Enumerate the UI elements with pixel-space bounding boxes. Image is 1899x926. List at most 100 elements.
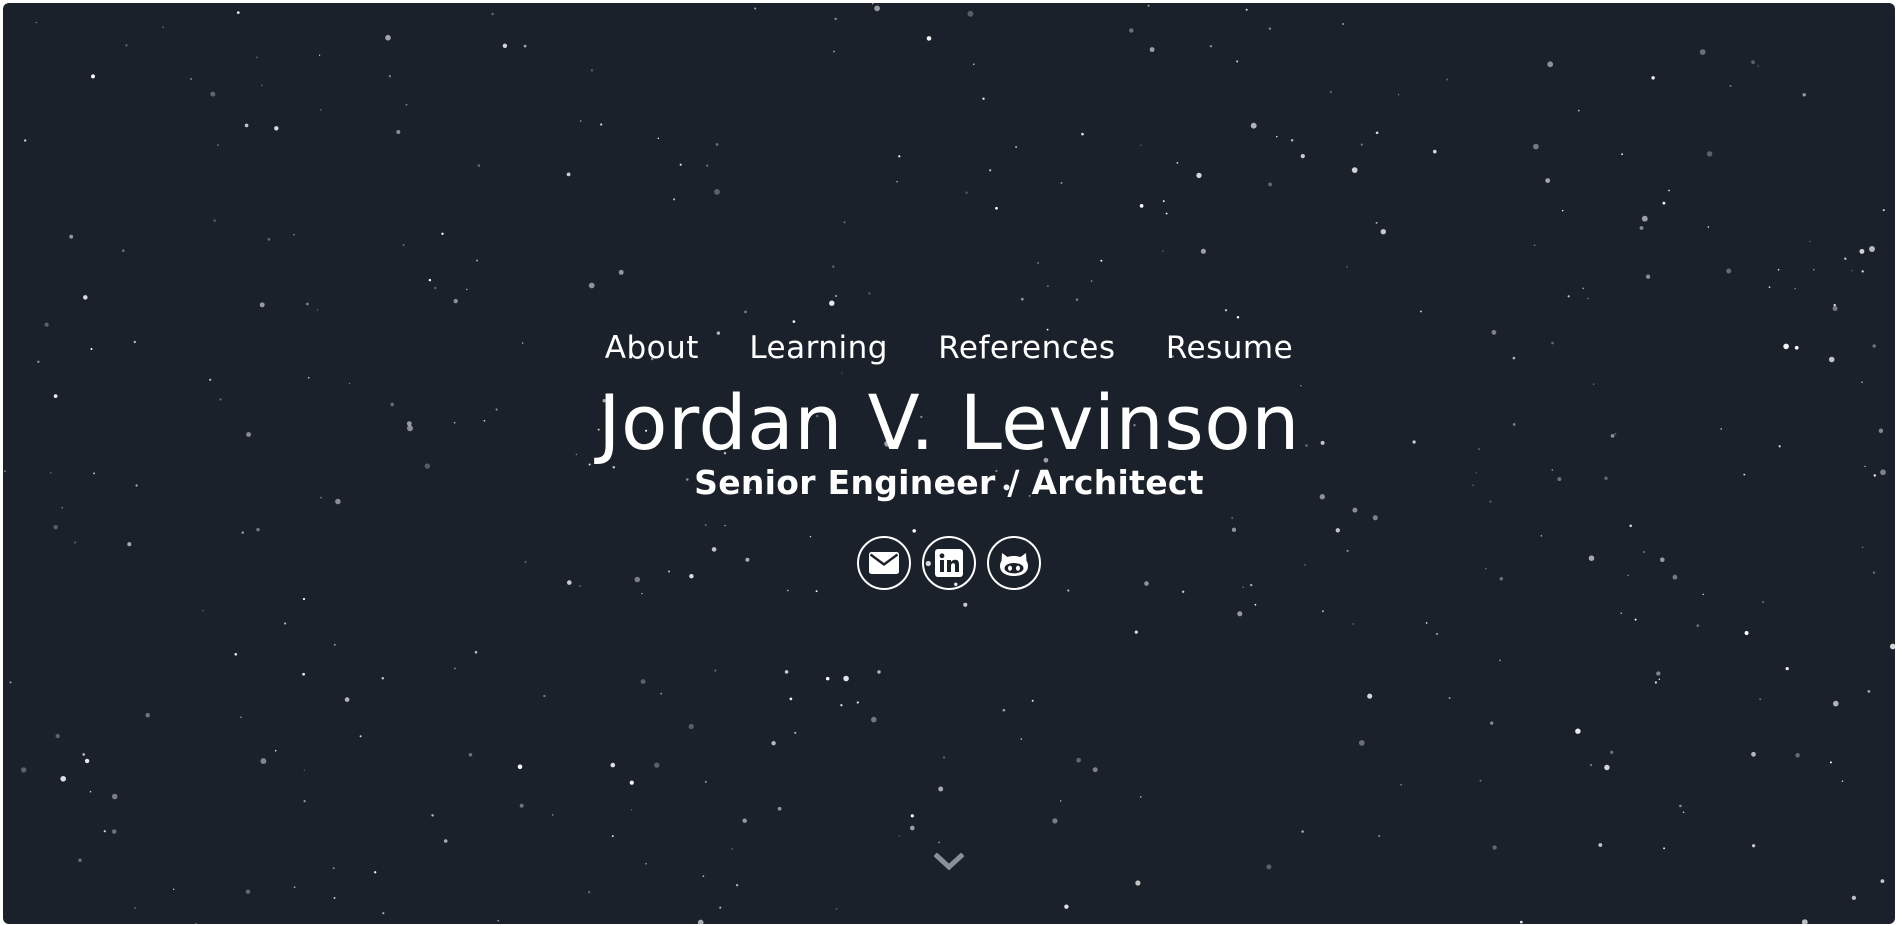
star	[306, 302, 309, 306]
star	[1519, 920, 1523, 924]
star	[1147, 4, 1150, 7]
star	[610, 762, 616, 768]
star	[502, 43, 508, 49]
star	[832, 265, 835, 268]
star	[453, 298, 458, 304]
star	[255, 56, 258, 59]
hero-section: About Learning References Resume Jordan …	[3, 3, 1895, 924]
star	[742, 818, 747, 823]
star	[443, 839, 448, 843]
star	[754, 7, 757, 10]
star	[1795, 753, 1800, 758]
star	[789, 697, 793, 701]
star	[241, 531, 244, 534]
star	[841, 372, 843, 374]
email-link[interactable]	[856, 536, 911, 590]
star	[303, 769, 305, 771]
nav-link-about[interactable]: About	[605, 330, 699, 366]
star	[641, 592, 643, 595]
star	[240, 716, 242, 719]
star	[898, 835, 901, 837]
star	[660, 692, 663, 695]
star	[1889, 643, 1895, 650]
linkedin-link[interactable]	[922, 536, 976, 590]
star	[551, 814, 554, 816]
star	[1149, 47, 1155, 53]
star	[320, 109, 322, 111]
star	[1375, 131, 1379, 135]
star	[1231, 517, 1234, 519]
star	[1829, 761, 1832, 764]
star	[61, 506, 64, 509]
star	[1346, 265, 1348, 268]
star	[344, 697, 350, 702]
star	[1254, 603, 1257, 606]
star	[1162, 250, 1164, 252]
star	[1047, 285, 1049, 287]
star	[1290, 138, 1294, 142]
scroll-down-button[interactable]	[933, 852, 965, 875]
star	[1266, 864, 1272, 870]
star	[234, 652, 238, 656]
star	[1335, 528, 1340, 533]
star	[1237, 611, 1243, 617]
star	[1479, 779, 1482, 782]
star	[1245, 8, 1248, 11]
star	[1076, 757, 1081, 763]
star	[1589, 763, 1593, 767]
star	[1165, 212, 1168, 215]
nav-link-resume[interactable]: Resume	[1166, 330, 1293, 366]
star	[1200, 248, 1206, 254]
star	[35, 21, 37, 24]
star	[256, 528, 260, 532]
star	[374, 871, 377, 874]
star	[926, 36, 932, 41]
star	[1851, 895, 1857, 901]
star	[332, 867, 335, 870]
star	[60, 775, 67, 782]
star	[431, 814, 434, 817]
star	[1367, 693, 1373, 699]
star	[402, 244, 405, 246]
star	[909, 825, 915, 831]
star	[293, 234, 295, 236]
star	[1020, 738, 1023, 740]
star	[1135, 880, 1141, 886]
star	[1761, 601, 1765, 604]
star	[1575, 728, 1581, 734]
star	[1231, 527, 1237, 532]
star	[125, 44, 128, 47]
nav-link-learning[interactable]: Learning	[749, 330, 888, 366]
star	[1757, 65, 1760, 67]
star	[1342, 22, 1345, 26]
star	[466, 288, 468, 291]
main-nav: About Learning References Resume	[3, 330, 1895, 366]
star	[910, 814, 914, 818]
star	[896, 181, 898, 183]
star	[1833, 700, 1839, 707]
star	[260, 84, 263, 87]
star	[843, 221, 846, 224]
star	[704, 780, 707, 783]
star	[1360, 143, 1363, 146]
star	[1629, 524, 1632, 528]
star	[1726, 268, 1732, 274]
star	[217, 144, 219, 146]
star	[645, 862, 647, 865]
envelope-icon	[868, 552, 899, 574]
star	[1639, 226, 1644, 230]
star	[697, 919, 704, 924]
nav-link-references[interactable]: References	[938, 330, 1115, 366]
star	[1015, 145, 1018, 149]
star	[244, 123, 249, 128]
star	[396, 130, 401, 134]
star	[1375, 221, 1378, 224]
star	[1587, 297, 1589, 300]
star	[1861, 270, 1864, 273]
star	[1435, 632, 1439, 636]
star	[44, 322, 49, 327]
star	[162, 26, 164, 28]
github-link[interactable]	[987, 536, 1042, 590]
star	[630, 808, 633, 811]
star	[963, 602, 968, 607]
